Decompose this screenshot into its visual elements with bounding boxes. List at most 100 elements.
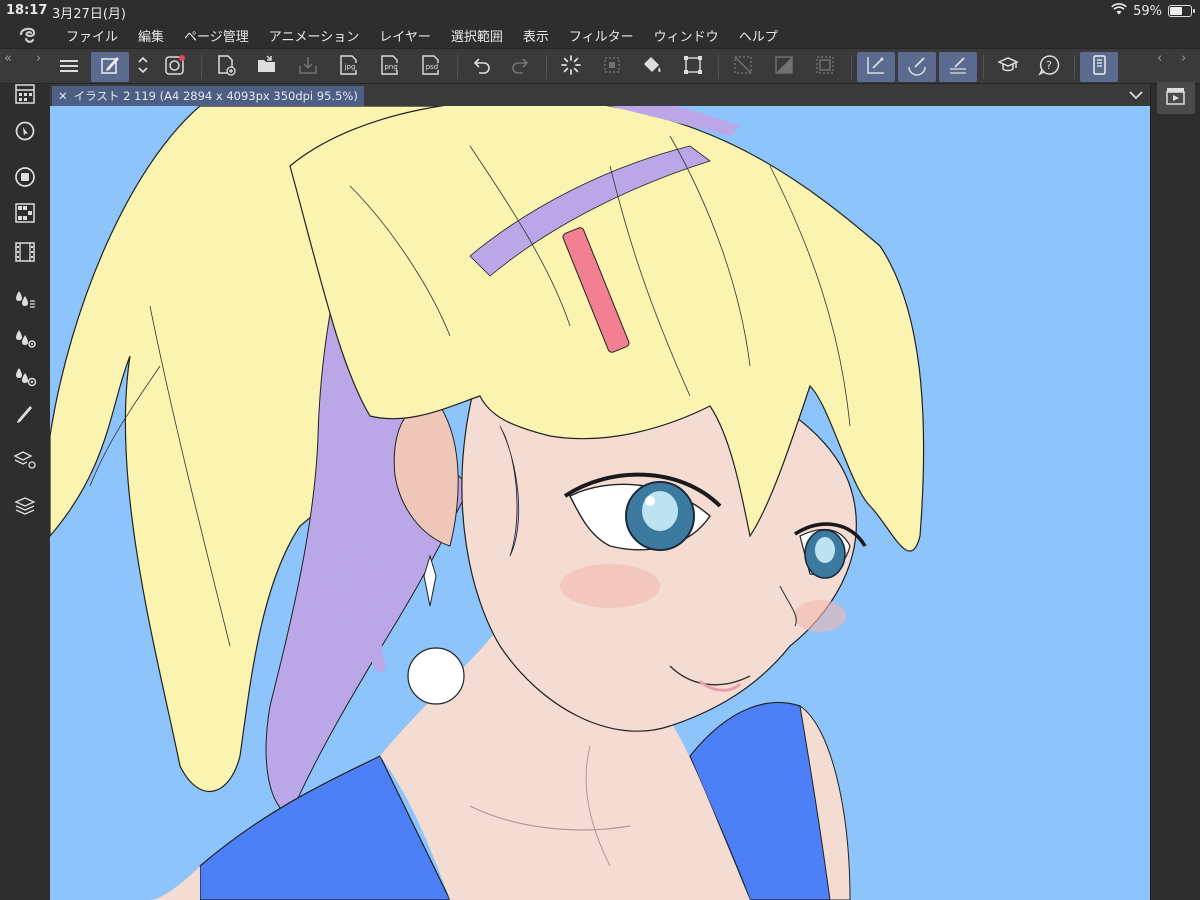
cloud-button[interactable] xyxy=(156,52,194,82)
clear-spinner-icon xyxy=(560,54,582,80)
graduation-cap-icon xyxy=(997,54,1019,80)
document-tab-title: イラスト 2 119 (A4 2894 x 4093px 350dpi 95.5… xyxy=(73,89,358,103)
clear-button[interactable] xyxy=(552,52,590,82)
color-palette-icon xyxy=(14,202,36,228)
invert-selection-icon xyxy=(773,54,795,80)
export-jpg-button[interactable]: jpg xyxy=(330,52,368,82)
menu-view[interactable]: 表示 xyxy=(513,26,559,45)
export-png-button[interactable]: png xyxy=(371,52,409,82)
menu-window[interactable]: ウィンドウ xyxy=(644,26,729,45)
sub-tool-icon xyxy=(14,166,36,192)
app-logo-icon[interactable] xyxy=(0,22,56,48)
learn-button[interactable] xyxy=(989,52,1027,82)
help-bubble-icon: ? xyxy=(1038,54,1060,80)
menu-filter[interactable]: フィルター xyxy=(559,26,644,45)
drawing-canvas[interactable] xyxy=(50,106,1150,900)
main-menu-button[interactable] xyxy=(50,52,88,82)
menu-edit[interactable]: 編集 xyxy=(128,26,174,45)
grid-snap-button[interactable] xyxy=(939,52,977,82)
menu-layer[interactable]: レイヤー xyxy=(369,26,441,45)
layers-icon xyxy=(14,494,36,520)
expand-right-icon[interactable]: ‹ xyxy=(1157,51,1162,66)
deselect-button[interactable] xyxy=(724,52,762,82)
save-icon xyxy=(297,54,319,80)
menu-help[interactable]: ヘルプ xyxy=(729,26,788,45)
menu-animation[interactable]: アニメーション xyxy=(259,26,369,45)
color-target-icon xyxy=(13,365,37,391)
chevron-updown-icon xyxy=(137,55,149,79)
tool-layout-button[interactable] xyxy=(9,80,41,112)
right-panel xyxy=(1150,82,1200,900)
new-file-button[interactable] xyxy=(207,52,245,82)
clapperboard-icon xyxy=(1164,85,1188,111)
menu-file[interactable]: ファイル xyxy=(56,26,128,45)
export-jpg-icon: jpg xyxy=(337,54,361,80)
wifi-icon xyxy=(1111,3,1127,19)
export-psd-button[interactable]: psd xyxy=(412,52,450,82)
color-set-button[interactable] xyxy=(9,199,41,231)
smartphone-link-button[interactable] xyxy=(1080,52,1118,82)
export-psd-label: psd xyxy=(426,63,439,71)
redo-icon xyxy=(510,54,532,80)
edit-mode-button[interactable] xyxy=(91,52,129,82)
chevron-down-icon[interactable] xyxy=(1128,87,1144,106)
select-all-button[interactable] xyxy=(806,52,844,82)
transform-icon xyxy=(682,54,704,80)
tool-property-button[interactable] xyxy=(9,399,41,431)
battery-icon xyxy=(1168,5,1195,17)
clear-selection-icon xyxy=(601,54,623,80)
clear-outside-button[interactable] xyxy=(593,52,631,82)
layers-button[interactable] xyxy=(9,491,41,523)
color-drops-icon xyxy=(13,288,37,314)
invert-selection-button[interactable] xyxy=(765,52,803,82)
collapse-left-icon[interactable]: « xyxy=(4,51,12,66)
transform-button[interactable] xyxy=(674,52,712,82)
special-ruler-snap-button[interactable] xyxy=(898,52,936,82)
menu-selection[interactable]: 選択範囲 xyxy=(441,26,513,45)
paint-bucket-icon xyxy=(641,54,663,80)
color-circle-button[interactable] xyxy=(9,285,41,317)
illustration-artwork xyxy=(50,106,1150,900)
export-jpg-label: jpg xyxy=(344,63,356,71)
edit-mode-toggle[interactable] xyxy=(133,52,153,82)
animation-timeline-button[interactable] xyxy=(9,238,41,270)
animation-cels-button[interactable] xyxy=(1157,82,1195,114)
undo-icon xyxy=(470,54,492,80)
redo-button[interactable] xyxy=(502,52,540,82)
navigator-button[interactable] xyxy=(9,117,41,149)
close-tab-icon[interactable]: ✕ xyxy=(58,89,68,103)
status-bar: 18:17 3月27日(月) 59% xyxy=(0,0,1200,22)
film-strip-icon xyxy=(14,241,36,267)
document-tab[interactable]: ✕ イラスト 2 119 (A4 2894 x 4093px 350dpi 95… xyxy=(52,86,364,106)
tool-palette xyxy=(0,84,50,900)
folder-open-icon xyxy=(256,54,278,80)
deselect-icon xyxy=(732,54,754,80)
export-png-icon: png xyxy=(378,54,402,80)
save-button[interactable] xyxy=(289,52,327,82)
help-button[interactable]: ? xyxy=(1030,52,1068,82)
pen-icon xyxy=(14,402,36,428)
status-time: 18:17 xyxy=(6,3,48,18)
menu-page-management[interactable]: ページ管理 xyxy=(174,26,259,45)
fill-button[interactable] xyxy=(633,52,671,82)
ruler-snap-button[interactable] xyxy=(857,52,895,82)
status-right: 59% xyxy=(1111,3,1195,19)
cloud-sync-icon xyxy=(164,54,186,80)
pen-edit-icon xyxy=(99,54,121,80)
svg-text:?: ? xyxy=(1046,59,1052,72)
color-history-button[interactable] xyxy=(9,362,41,394)
expand-left-icon[interactable]: › xyxy=(36,51,41,66)
select-all-icon xyxy=(814,54,836,80)
color-settings-button[interactable] xyxy=(9,324,41,356)
collapse-right-icon[interactable]: › xyxy=(1181,51,1186,66)
open-file-button[interactable] xyxy=(248,52,286,82)
ruler-snap-icon xyxy=(865,54,887,80)
layer-property-button[interactable] xyxy=(9,445,41,477)
export-psd-icon: psd xyxy=(419,54,443,80)
menu-bar: ファイル 編集 ページ管理 アニメーション レイヤー 選択範囲 表示 フィルター… xyxy=(0,22,1200,48)
status-date: 3月27日(月) xyxy=(52,7,126,22)
sub-tool-button[interactable] xyxy=(9,163,41,195)
undo-button[interactable] xyxy=(462,52,500,82)
color-gear-icon xyxy=(13,327,37,353)
document-tab-bar: ✕ イラスト 2 119 (A4 2894 x 4093px 350dpi 95… xyxy=(50,84,1150,106)
